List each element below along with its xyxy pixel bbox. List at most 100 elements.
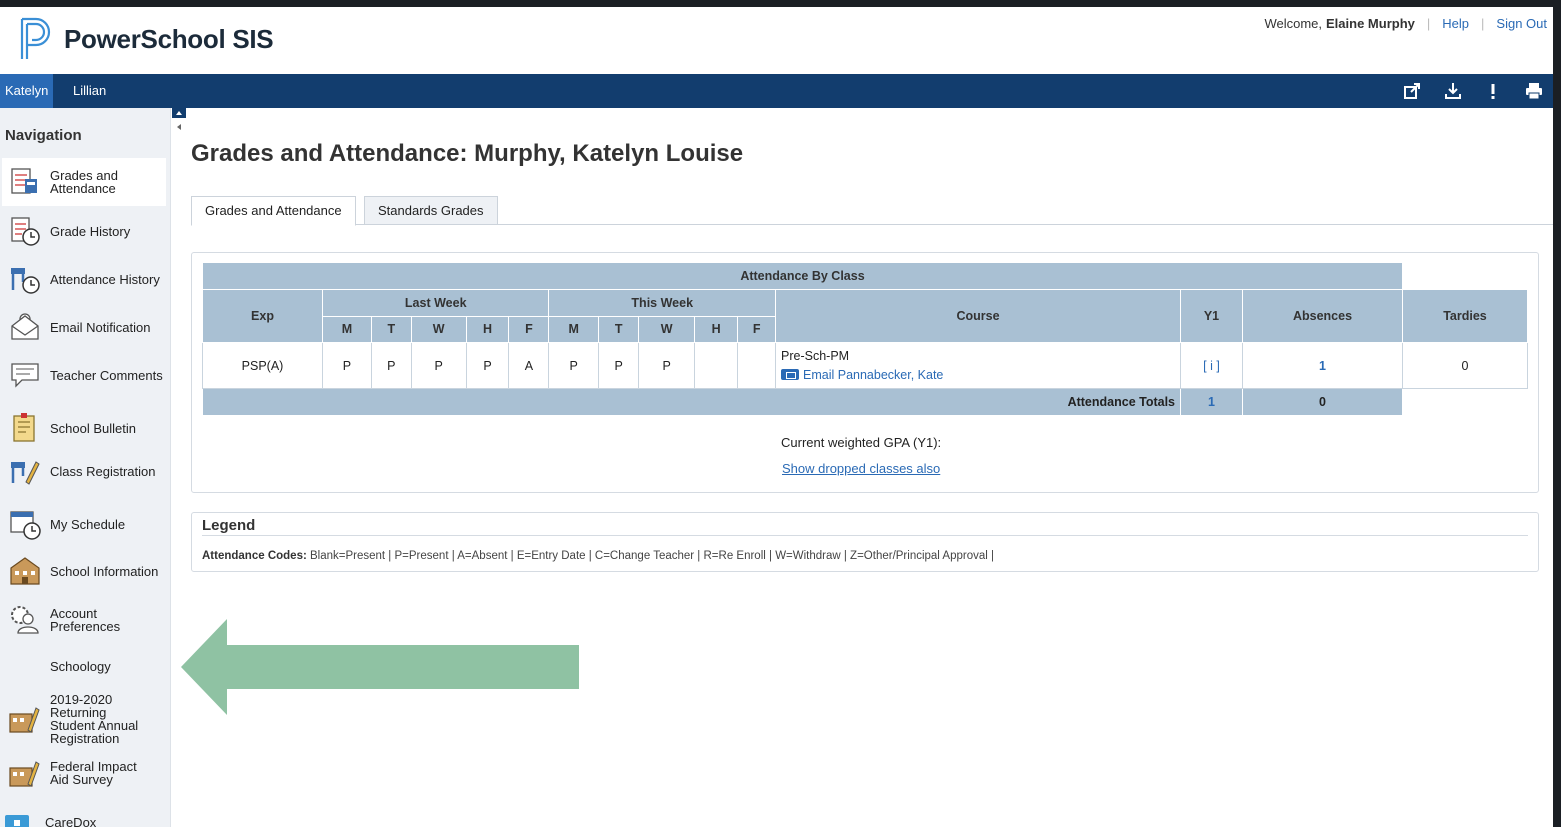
- nav-item-class-registration[interactable]: Class Registration: [2, 453, 166, 489]
- user-name: Elaine Murphy: [1326, 16, 1415, 31]
- show-dropped-classes-link[interactable]: Show dropped classes also: [782, 461, 940, 476]
- tab-grades-and-attendance[interactable]: Grades and Attendance: [191, 196, 356, 226]
- column-header-absences: Absences: [1242, 289, 1403, 343]
- attendance-mark[interactable]: P: [322, 342, 372, 389]
- page-title: Grades and Attendance: Murphy, Katelyn L…: [191, 140, 744, 167]
- attendance-mark[interactable]: P: [597, 342, 640, 389]
- day-header: M: [548, 315, 599, 343]
- day-header: F: [737, 315, 776, 343]
- column-header-exp: Exp: [202, 289, 323, 343]
- y1-info-link[interactable]: [ i ]: [1203, 359, 1220, 373]
- legend-divider: [202, 535, 1528, 536]
- table-caption: Attendance By Class: [202, 262, 1403, 290]
- nav-item-annual-registration[interactable]: 2019-2020 Returning Student Annual Regis…: [2, 691, 166, 747]
- legend-codes-text: Blank=Present | P=Present | A=Absent | E…: [310, 550, 994, 562]
- attendance-history-icon: [11, 268, 40, 294]
- cell-y1: [ i ]: [1180, 342, 1243, 389]
- app-header: PowerSchool SIS Welcome, Elaine Murphy |…: [0, 7, 1553, 74]
- table-row: PSP(A) P P P P A P P P Pre-Sch-PM Email …: [202, 342, 1528, 389]
- absences-link[interactable]: 1: [1319, 359, 1326, 373]
- external-link-icon[interactable]: [1403, 82, 1421, 100]
- print-icon[interactable]: [1525, 82, 1543, 100]
- top-links: Welcome, Elaine Murphy | Help | Sign Out: [1264, 16, 1547, 31]
- attendance-mark[interactable]: P: [548, 342, 599, 389]
- course-name: Pre-Sch-PM: [781, 348, 850, 363]
- attendance-mark[interactable]: P: [370, 342, 412, 389]
- help-link[interactable]: Help: [1442, 16, 1469, 31]
- navigation-sidebar: Navigation Grades and Attendance Grade H…: [0, 108, 171, 827]
- content-tabs: Grades and Attendance Standards Grades: [191, 196, 1553, 226]
- nav-item-school-bulletin[interactable]: School Bulletin: [2, 410, 166, 446]
- nav-label: Grades and Attendance: [50, 168, 118, 196]
- nav-item-caredox[interactable]: CareDox: [2, 810, 166, 827]
- nav-label: Federal Impact Aid Survey: [50, 759, 137, 787]
- totals-absences: 1: [1180, 388, 1243, 416]
- nav-label: School Information: [50, 563, 159, 579]
- attendance-mark[interactable]: A: [508, 342, 550, 389]
- email-teacher-link[interactable]: Email Pannabecker, Kate: [781, 368, 943, 382]
- grade-history-icon: [11, 217, 40, 246]
- nav-item-account-preferences[interactable]: Account Preferences: [2, 602, 166, 638]
- nav-label: Teacher Comments: [50, 367, 163, 383]
- nav-item-grades-attendance[interactable]: Grades and Attendance: [2, 158, 166, 206]
- brand-title: PowerSchool SIS: [64, 23, 274, 54]
- survey-form-icon: [9, 761, 40, 787]
- nav-item-schoology[interactable]: Schoology: [2, 654, 166, 678]
- totals-label: Attendance Totals: [202, 388, 1181, 416]
- legend-panel: Legend Attendance Codes: Blank=Present |…: [191, 512, 1539, 572]
- nav-item-attendance-history[interactable]: Attendance History: [2, 261, 166, 297]
- class-registration-icon: [11, 461, 40, 485]
- nav-label: 2019-2020 Returning Student Annual Regis…: [50, 692, 139, 746]
- attendance-mark[interactable]: P: [465, 342, 510, 389]
- day-header: W: [410, 315, 467, 343]
- cell-course: Pre-Sch-PM Email Pannabecker, Kate: [775, 342, 1181, 389]
- tab-standards-grades[interactable]: Standards Grades: [364, 196, 498, 225]
- nav-label: Attendance History: [50, 271, 160, 287]
- powerschool-p-icon: [20, 17, 51, 59]
- day-header: T: [597, 315, 640, 343]
- download-icon[interactable]: [1444, 82, 1462, 100]
- caredox-icon: [5, 815, 29, 827]
- alert-icon[interactable]: [1484, 82, 1502, 100]
- powerschool-logo[interactable]: PowerSchool SIS: [16, 17, 274, 61]
- attendance-mark: [693, 342, 739, 389]
- column-header-tardies: Tardies: [1402, 289, 1528, 343]
- nav-label: School Bulletin: [50, 420, 136, 436]
- navigation-title: Navigation: [5, 127, 82, 144]
- day-header: H: [465, 315, 510, 343]
- email-icon: [781, 368, 799, 380]
- nav-item-federal-impact-aid-survey[interactable]: Federal Impact Aid Survey: [2, 753, 166, 793]
- column-header-last-week: Last Week: [321, 289, 550, 317]
- nav-item-school-information[interactable]: School Information: [2, 553, 166, 589]
- nav-item-email-notification[interactable]: Email Notification: [2, 309, 166, 345]
- gpa-label: Current weighted GPA (Y1):: [781, 435, 942, 450]
- attendance-mark[interactable]: P: [638, 342, 695, 389]
- day-header: T: [370, 315, 412, 343]
- column-header-y1: Y1: [1180, 289, 1243, 343]
- annotation-arrow-left-icon: [181, 619, 579, 715]
- attendance-mark: [737, 342, 776, 389]
- totals-absences-link[interactable]: 1: [1208, 395, 1215, 409]
- nav-label: Account Preferences: [50, 606, 121, 634]
- totals-row: Attendance Totals 1 0: [202, 388, 1528, 416]
- nav-item-grade-history[interactable]: Grade History: [2, 213, 166, 249]
- nav-label: Class Registration: [50, 463, 156, 479]
- attendance-mark[interactable]: P: [410, 342, 467, 389]
- day-header: H: [693, 315, 739, 343]
- separator: |: [1426, 16, 1431, 31]
- sidebar-collapse-icon[interactable]: [172, 108, 186, 136]
- student-tab-lillian[interactable]: Lillian: [68, 74, 111, 108]
- cell-absences: 1: [1242, 342, 1403, 389]
- registration-form-icon: [9, 707, 40, 733]
- nav-item-teacher-comments[interactable]: Teacher Comments: [2, 357, 166, 393]
- student-tab-katelyn[interactable]: Katelyn: [0, 74, 54, 108]
- nav-item-my-schedule[interactable]: My Schedule: [2, 506, 166, 542]
- email-teacher-label: Email Pannabecker, Kate: [803, 367, 944, 382]
- sign-out-link[interactable]: Sign Out: [1496, 16, 1547, 31]
- app-window: PowerSchool SIS Welcome, Elaine Murphy |…: [0, 7, 1553, 827]
- column-header-this-week: This Week: [548, 289, 776, 317]
- day-header: W: [638, 315, 695, 343]
- email-notification-icon: [11, 313, 39, 340]
- totals-tardies: 0: [1242, 388, 1403, 416]
- welcome-text: Welcome,: [1264, 16, 1323, 31]
